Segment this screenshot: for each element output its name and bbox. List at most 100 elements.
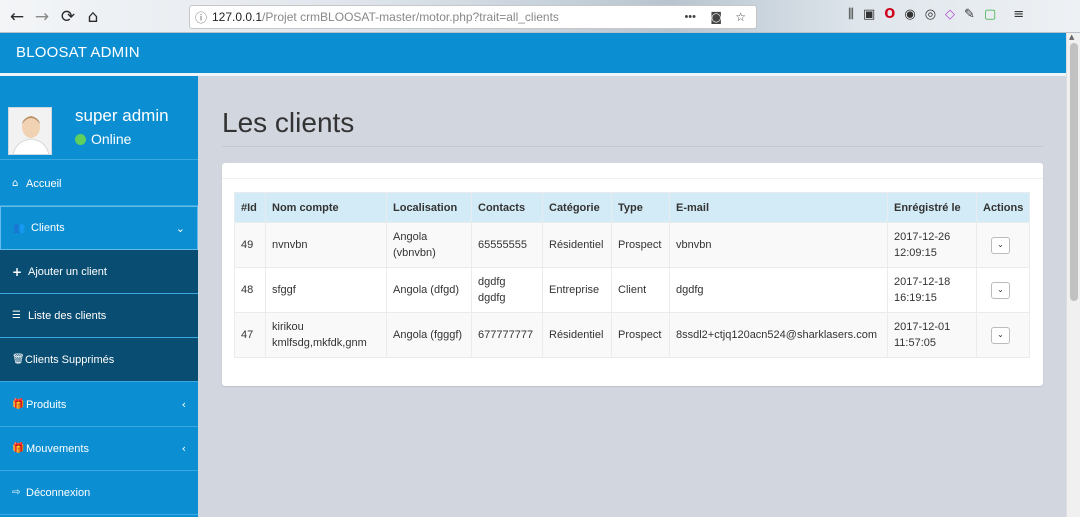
col-email[interactable]: E-mail: [669, 192, 888, 223]
cell-localisation: Angola (dfgd): [386, 267, 472, 313]
sidebar-item-label: Ajouter un client: [28, 265, 107, 278]
cell-email: dgdfg: [669, 267, 888, 313]
sidebar-item-label: Liste des clients: [28, 309, 107, 322]
cell-contacts: 677777777: [471, 312, 543, 358]
col-id[interactable]: #Id: [234, 192, 266, 223]
reload-icon[interactable]: ⟳: [57, 6, 79, 28]
user-panel: super admin Online: [0, 76, 198, 160]
actions-dropdown-icon[interactable]: ⌄: [991, 281, 1010, 299]
col-localisation[interactable]: Localisation: [386, 192, 472, 223]
sidebar-item-label: Mouvements: [26, 442, 89, 455]
page-actions-icon[interactable]: •••: [684, 11, 696, 23]
extension-icon[interactable]: ◉: [904, 7, 915, 22]
sidebar-item-clients[interactable]: 👥 Clients ⌄: [0, 206, 198, 250]
gift-icon: 🎁: [12, 399, 25, 410]
cell-nom: kirikou kmlfsdg,mkfdk,gnm: [265, 312, 387, 358]
table-row[interactable]: 49 nvnvbn Angola (vbnvbn) 65555555 Résid…: [234, 222, 1031, 268]
cell-type: Prospect: [611, 222, 670, 268]
sidebar-item-ajouter-client[interactable]: + Ajouter un client: [0, 250, 198, 294]
toolbar-icons: ⫼ ▣ O ◉ ◎ ◇ ✎ ▢ ≡: [848, 7, 1024, 22]
trash-icon: 🗑: [12, 354, 25, 365]
sidebar-item-label: Accueil: [26, 177, 62, 190]
sidebar-item-mouvements[interactable]: 🎁 Mouvements ‹: [0, 427, 198, 471]
table-header-row: #Id Nom compte Localisation Contacts Cat…: [234, 192, 1031, 223]
sidebar-item-produits[interactable]: 🎁 Produits ‹: [0, 383, 198, 427]
sidebar: super admin Online ⌂ Accueil 👥 Clients ⌄…: [0, 76, 198, 517]
list-icon: ☰: [12, 310, 21, 321]
chevron-left-icon: ‹: [181, 398, 186, 411]
chevron-down-icon: ⌄: [175, 221, 185, 235]
sidebar-item-deconnexion[interactable]: ⇨ Déconnexion: [0, 471, 198, 515]
clients-table: #Id Nom compte Localisation Contacts Cat…: [234, 192, 1031, 358]
extension-icon-2[interactable]: ◎: [925, 7, 936, 22]
scroll-up-icon[interactable]: ▲: [1069, 33, 1074, 41]
cell-id: 47: [234, 312, 266, 358]
cell-type: Prospect: [611, 312, 670, 358]
bookmark-star-icon[interactable]: ☆: [735, 10, 746, 24]
chevron-left-icon: ‹: [181, 442, 186, 455]
cell-actions: ⌄: [975, 312, 1031, 358]
browser-toolbar: ← → ⟳ ⌂ ⓘ 127.0.0.1 /Projet crmBLOOSAT-m…: [0, 0, 1080, 33]
cell-contacts: 65555555: [471, 222, 543, 268]
cell-email: 8ssdl2+ctjq120acn524@sharklasers.com: [669, 312, 888, 358]
actions-dropdown-icon[interactable]: ⌄: [991, 236, 1010, 254]
col-contacts[interactable]: Contacts: [471, 192, 543, 223]
cell-date: 2017-12-01 11:57:05: [887, 312, 977, 358]
extension-icon-4[interactable]: ▢: [984, 7, 996, 22]
table-row[interactable]: 48 sfggf Angola (dfgd) dgdfg dgdfg Entre…: [234, 267, 1031, 313]
cell-localisation: Angola (fgggf): [386, 312, 472, 358]
cell-nom: nvnvbn: [265, 222, 387, 268]
cell-date: 2017-12-18 16:19:15: [887, 267, 977, 313]
cell-actions: ⌄: [975, 267, 1031, 313]
cell-id: 49: [234, 222, 266, 268]
cell-categorie: Résidentiel: [542, 222, 612, 268]
sidebar-item-label: Produits: [26, 398, 67, 411]
cell-id: 48: [234, 267, 266, 313]
col-actions: Actions: [975, 192, 1031, 223]
home-icon[interactable]: ⌂: [82, 6, 104, 28]
user-name: super admin: [75, 106, 169, 125]
pocket-icon[interactable]: ◙: [710, 10, 722, 24]
back-icon[interactable]: ←: [6, 6, 28, 28]
scroll-thumb[interactable]: [1070, 43, 1078, 301]
actions-dropdown-icon[interactable]: ⌄: [991, 326, 1010, 344]
cell-contacts: dgdfg dgdfg: [471, 267, 543, 313]
online-status-icon: [75, 133, 86, 145]
info-icon[interactable]: ⓘ: [190, 9, 212, 26]
sidebar-item-accueil[interactable]: ⌂ Accueil: [0, 162, 198, 206]
sidebar-icon[interactable]: ▣: [863, 7, 875, 22]
cell-date: 2017-12-26 12:09:15: [887, 222, 977, 268]
sidebar-item-label: Clients: [31, 222, 65, 234]
pen-icon[interactable]: ✎: [964, 7, 975, 22]
url-bar[interactable]: ⓘ 127.0.0.1 /Projet crmBLOOSAT-master/mo…: [189, 5, 757, 29]
brand-title[interactable]: BLOOSAT ADMIN: [16, 44, 140, 61]
col-categorie[interactable]: Catégorie: [542, 192, 612, 223]
sidebar-item-clients-supprimes[interactable]: 🗑 Clients Supprimés: [0, 338, 198, 382]
page-title: Les clients: [222, 107, 355, 138]
gift-icon: 🎁: [12, 443, 25, 454]
user-status: Online: [75, 131, 131, 147]
title-divider: [222, 146, 1043, 147]
extension-icon-3[interactable]: ◇: [945, 7, 955, 22]
app-header: BLOOSAT ADMIN: [0, 33, 1066, 73]
users-icon: 👥: [13, 222, 26, 234]
user-status-label: Online: [91, 131, 132, 147]
box-header: [222, 163, 1043, 179]
cell-email: vbnvbn: [669, 222, 888, 268]
cell-nom: sfggf: [265, 267, 387, 313]
menu-icon[interactable]: ≡: [1013, 7, 1024, 22]
col-nom-compte[interactable]: Nom compte: [265, 192, 387, 223]
sidebar-item-liste-clients[interactable]: ☰ Liste des clients: [0, 294, 198, 338]
forward-icon[interactable]: →: [31, 6, 53, 28]
col-enregistre[interactable]: Enrégistré le: [887, 192, 977, 223]
sidebar-item-label: Déconnexion: [26, 486, 91, 499]
table-row[interactable]: 47 kirikou kmlfsdg,mkfdk,gnm Angola (fgg…: [234, 312, 1031, 358]
opera-icon[interactable]: O: [884, 7, 895, 22]
col-type[interactable]: Type: [611, 192, 670, 223]
library-icon[interactable]: ⫼: [848, 7, 854, 22]
page-scrollbar[interactable]: ▲: [1066, 33, 1080, 517]
url-path: /Projet crmBLOOSAT-master/motor.php?trai…: [262, 10, 559, 24]
home-icon: ⌂: [12, 178, 19, 189]
url-host: 127.0.0.1: [212, 10, 263, 24]
cell-categorie: Résidentiel: [542, 312, 612, 358]
